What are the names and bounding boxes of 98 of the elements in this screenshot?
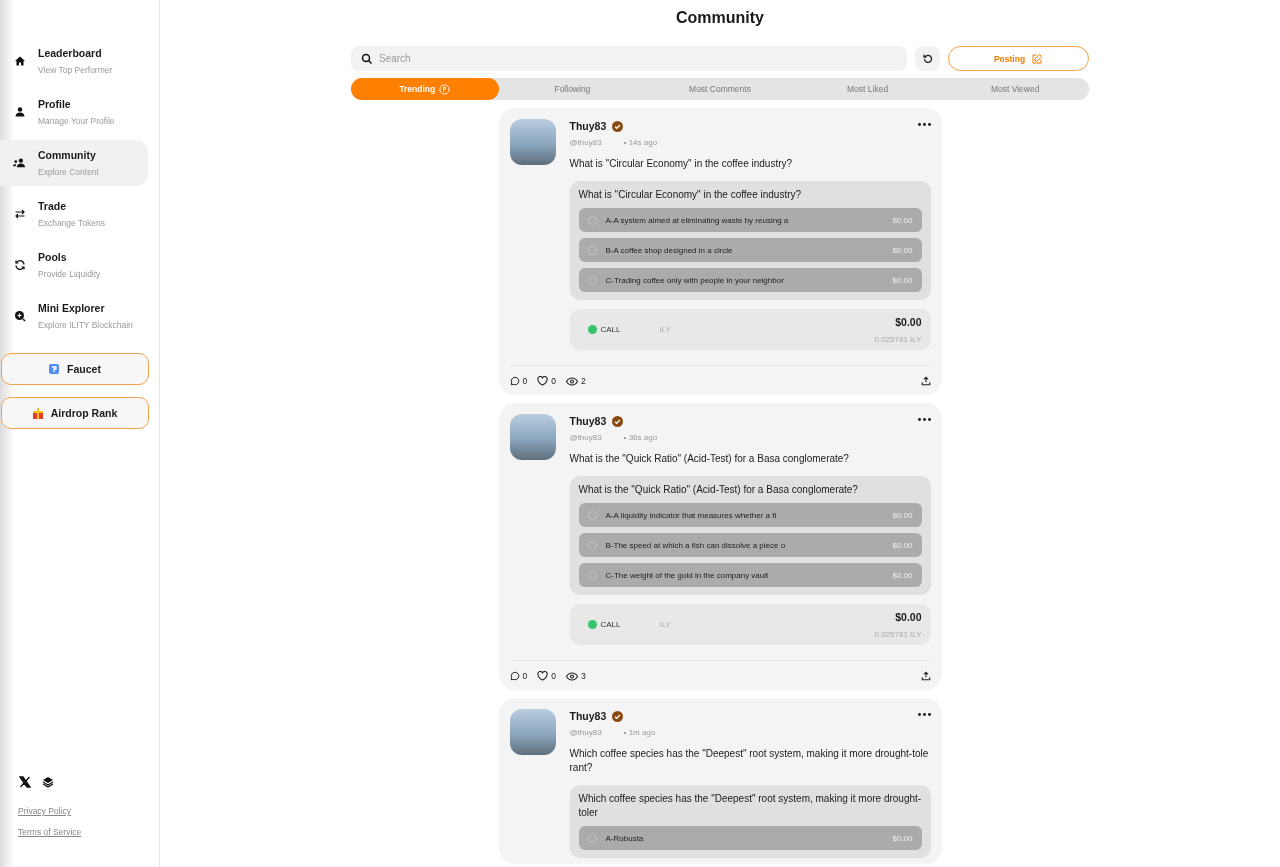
layers-icon[interactable] — [42, 776, 54, 788]
search-plus-icon — [13, 310, 26, 322]
option-amount: $0.00 — [892, 570, 913, 580]
nav-item-subtitle: Provide Liquidity — [38, 269, 101, 279]
home-icon — [13, 55, 26, 67]
call-label: CALL — [587, 325, 660, 334]
nav-item[interactable]: Leaderboard View Top Performer — [0, 38, 148, 84]
airdrop-rank-button[interactable]: Airdrop Rank — [1, 397, 149, 429]
nav-item-subtitle: Explore ILITY Blockchain — [38, 320, 133, 330]
author-handle: @thuy83 — [569, 433, 602, 442]
more-dots-icon — [917, 418, 931, 421]
share-button[interactable] — [920, 376, 931, 386]
avatar-photo-placeholder — [509, 119, 556, 165]
quiz-option[interactable]: C-Trading coffee only with people in your neighbor $0.00 — [578, 268, 922, 292]
quiz-question: Which coffee species has the "Deepest" root system, making it more drought-toler — [578, 792, 922, 820]
call-label: CALL — [587, 620, 660, 629]
nav-item-title: Pools — [38, 251, 68, 263]
search-field[interactable]: Search — [351, 46, 907, 71]
nav-item-subtitle: Manage Your Profile — [38, 116, 115, 126]
person-icon — [13, 106, 26, 118]
nav-item-subtitle: View Top Performer — [38, 65, 113, 75]
option-amount: $0.00 — [892, 540, 913, 550]
option-amount: $0.00 — [892, 510, 913, 520]
comment-icon — [509, 376, 520, 386]
x-logo-icon[interactable] — [19, 776, 31, 788]
footer-link[interactable]: Privacy Policy — [18, 806, 71, 816]
quiz-option[interactable]: C-The weight of the gold in the company vault $0.00 — [578, 563, 922, 587]
option-amount: $0.00 — [892, 245, 913, 255]
tab[interactable]: Most Comments — [646, 78, 794, 100]
post-text: What is "Circular Economy" in the coffee industry? — [569, 157, 794, 171]
tab[interactable]: Most Viewed — [941, 78, 1089, 100]
comment-count[interactable]: 0 — [509, 376, 528, 386]
view-count[interactable]: 3 — [565, 671, 586, 681]
sync-icon — [13, 259, 26, 271]
post-time: 14s ago — [628, 138, 658, 147]
status-dot — [587, 620, 597, 629]
footer-link[interactable]: Terms of Service — [18, 827, 82, 837]
nav-item-title: Trade — [38, 200, 67, 212]
quiz-option[interactable]: A-A liquidity indicator that measures whether a fi $0.00 — [578, 503, 922, 527]
gift-icon — [32, 407, 43, 419]
faucet-icon — [49, 364, 60, 374]
nav-item[interactable]: Mini Explorer Explore ILITY Blockchain — [0, 293, 148, 339]
heart-icon — [537, 376, 549, 386]
heart-icon — [537, 671, 549, 681]
faucet-button[interactable]: Faucet — [1, 353, 149, 385]
status-dot — [587, 325, 597, 334]
nav-item-title: Mini Explorer — [38, 302, 106, 314]
refresh-button[interactable] — [915, 46, 940, 71]
post-time: 36s ago — [628, 433, 658, 442]
comment-count[interactable]: 0 — [509, 671, 528, 681]
price-value: $0.00 — [895, 315, 922, 328]
option-amount: $0.00 — [892, 833, 913, 843]
avatar-photo-placeholder — [509, 414, 556, 460]
more-dots-icon — [917, 123, 931, 126]
like-count[interactable]: 0 — [537, 671, 556, 681]
post-text: Which coffee species has the "Deepest" root system, making it more drought-tolerant? — [569, 747, 930, 775]
more-dots-icon — [917, 713, 931, 716]
nav-item[interactable]: Community Explore Content — [0, 140, 148, 186]
author-name[interactable]: Thuy83 — [569, 710, 607, 722]
refresh-icon — [921, 52, 934, 65]
like-count[interactable]: 0 — [537, 376, 556, 386]
option-amount: $0.00 — [892, 215, 913, 225]
swap-arrows-icon — [13, 208, 26, 220]
avatar-photo-placeholder — [509, 709, 556, 755]
author-name[interactable]: Thuy83 — [569, 415, 607, 427]
people-icon — [13, 157, 26, 169]
quiz-option[interactable]: B-A coffee shop designed in a circle $0.00 — [578, 238, 922, 262]
author-name[interactable]: Thuy83 — [569, 120, 607, 132]
eye-icon — [565, 376, 578, 386]
tab[interactable]: Most Liked — [793, 78, 942, 100]
comment-icon — [509, 671, 520, 681]
page-title: Community — [676, 9, 764, 27]
nav-item[interactable]: Trade Exchange Tokens — [0, 191, 148, 237]
author-handle: @thuy83 — [569, 138, 602, 147]
author-handle: @thuy83 — [569, 728, 602, 737]
quiz-option[interactable]: A-A system aimed at eliminating waste by reusing a $0.00 — [578, 208, 922, 232]
edit-icon — [1031, 52, 1044, 65]
share-icon — [920, 376, 931, 386]
quiz-option[interactable]: B-The speed at which a fish can dissolve a piece o $0.00 — [578, 533, 922, 557]
nav-item-subtitle: Exchange Tokens — [38, 218, 105, 228]
post-time: 1m ago — [628, 728, 656, 737]
quiz-question: What is "Circular Economy" in the coffee industry? — [578, 188, 803, 202]
nav-item-title: Community — [38, 149, 97, 161]
share-button[interactable] — [920, 671, 931, 681]
share-icon — [920, 671, 931, 681]
nav-item-subtitle: Explore Content — [38, 167, 99, 177]
nav-item[interactable]: Pools Provide Liquidity — [0, 242, 148, 288]
quiz-option[interactable]: A-Robusta $0.00 — [578, 826, 922, 850]
nav-item-title: Profile — [38, 98, 72, 110]
nav-item-title: Leaderboard — [38, 47, 103, 59]
view-count[interactable]: 2 — [565, 376, 586, 386]
nav-item[interactable]: Profile Manage Your Profile — [0, 89, 148, 135]
post-text: What is the "Quick Ratio" (Acid-Test) for a Basa conglomerate? — [569, 452, 850, 466]
tab[interactable]: Following — [498, 78, 647, 100]
price-value: $0.00 — [895, 610, 922, 623]
eye-icon — [565, 671, 578, 681]
option-amount: $0.00 — [892, 275, 913, 285]
quiz-question: What is the "Quick Ratio" (Acid-Test) for a Basa conglomerate? — [578, 483, 859, 497]
